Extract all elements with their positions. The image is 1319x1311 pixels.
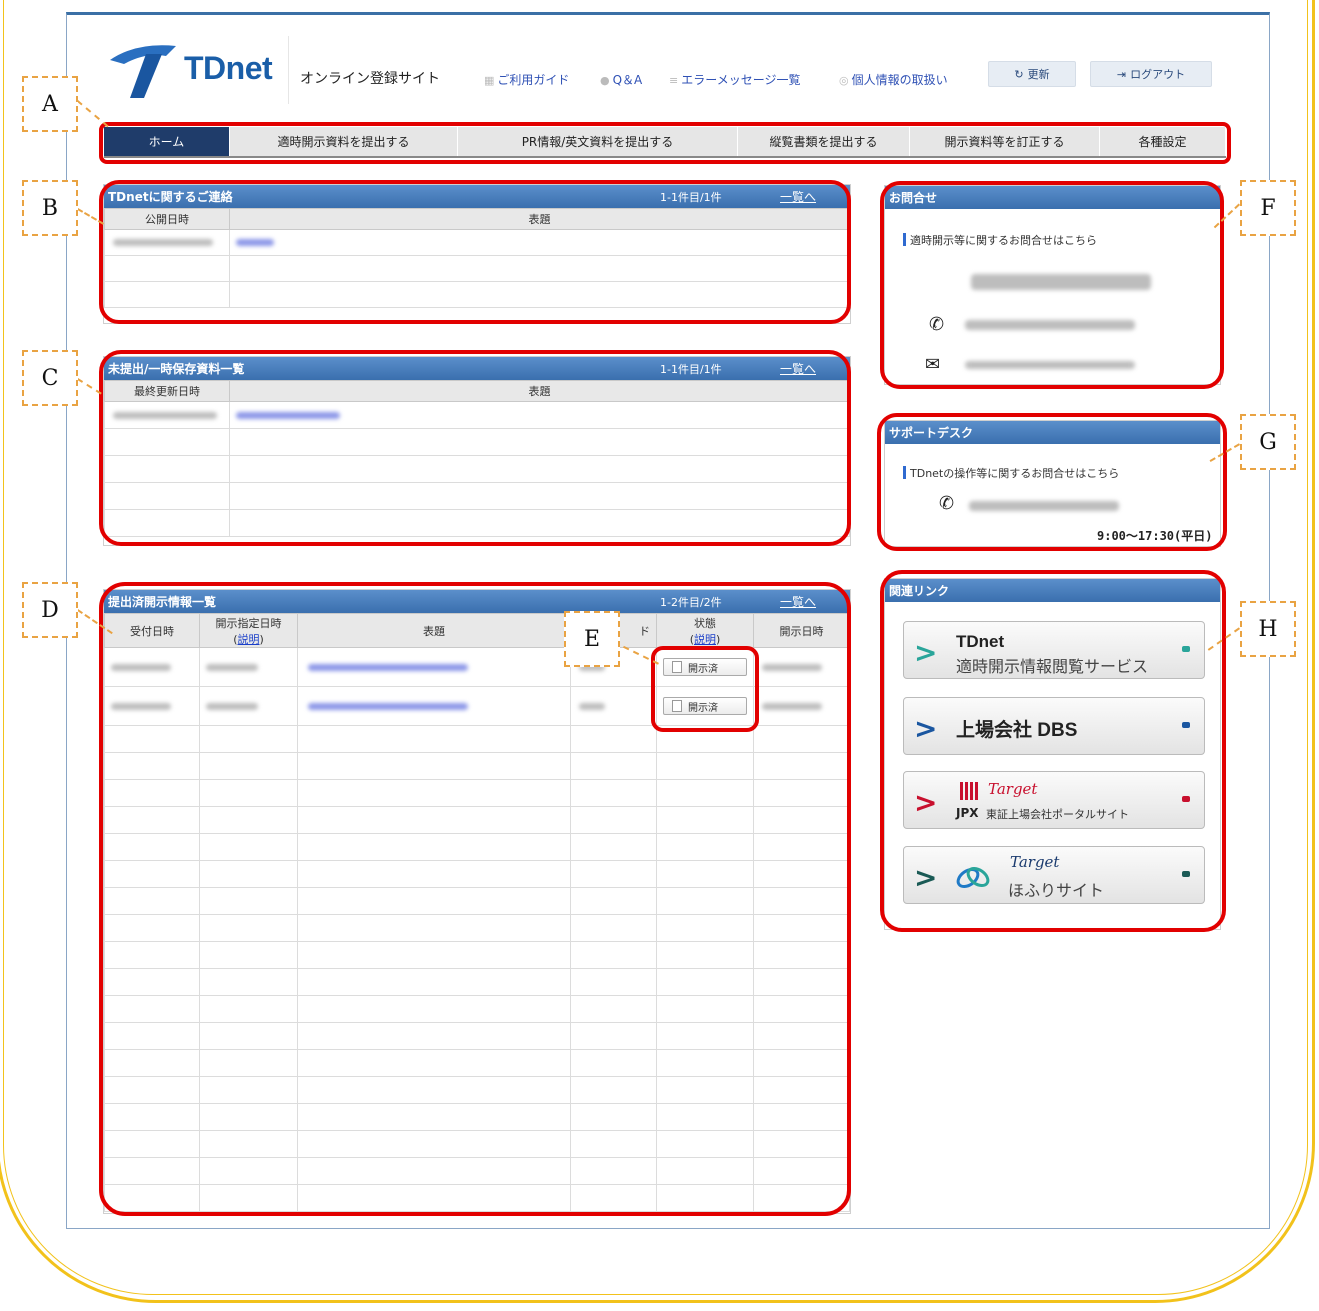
highlight-b	[99, 180, 851, 324]
highlight-f	[880, 181, 1224, 389]
refresh-button[interactable]: ↻ 更新	[988, 61, 1076, 87]
callout-c: C	[22, 350, 78, 406]
callout-g: G	[1240, 414, 1296, 470]
list-icon: ≡	[669, 74, 679, 87]
highlight-a	[99, 122, 1231, 164]
refresh-icon: ↻	[1014, 67, 1024, 81]
tdnet-logo-icon	[110, 45, 176, 98]
logout-label: ログアウト	[1130, 68, 1186, 81]
logout-icon: ⇥	[1116, 67, 1127, 81]
callout-h: H	[1240, 601, 1296, 657]
header-divider	[288, 36, 289, 104]
callout-e: E	[564, 611, 620, 667]
highlight-g	[877, 413, 1227, 551]
logout-button[interactable]: ⇥ ログアウト	[1090, 61, 1212, 87]
callout-d: D	[22, 582, 78, 638]
callout-f: F	[1240, 180, 1296, 236]
logo-text: TDnet	[184, 50, 273, 86]
qa-link[interactable]: ● Q＆A	[600, 71, 642, 88]
callout-b: B	[22, 180, 78, 236]
highlight-e	[651, 646, 759, 732]
site-title: オンライン登録サイト	[300, 71, 440, 87]
qa-link-label: Q＆A	[612, 73, 643, 87]
callout-a: A	[22, 76, 78, 132]
guide-link[interactable]: ▦ ご利用ガイド	[484, 71, 569, 88]
guide-link-label: ご利用ガイド	[497, 73, 570, 87]
highlight-h	[880, 570, 1226, 932]
privacy-link[interactable]: ◎ 個人情報の取扱い	[839, 71, 948, 88]
circle-icon: ◎	[839, 74, 849, 87]
privacy-link-label: 個人情報の取扱い	[851, 73, 948, 87]
error-messages-link-label: エラーメッセージ一覧	[681, 73, 801, 87]
refresh-label: 更新	[1027, 68, 1050, 81]
book-icon: ▦	[484, 74, 495, 87]
error-messages-link[interactable]: ≡ エラーメッセージ一覧	[669, 71, 801, 88]
speech-bubble-icon: ●	[600, 74, 610, 87]
highlight-c	[99, 350, 851, 546]
